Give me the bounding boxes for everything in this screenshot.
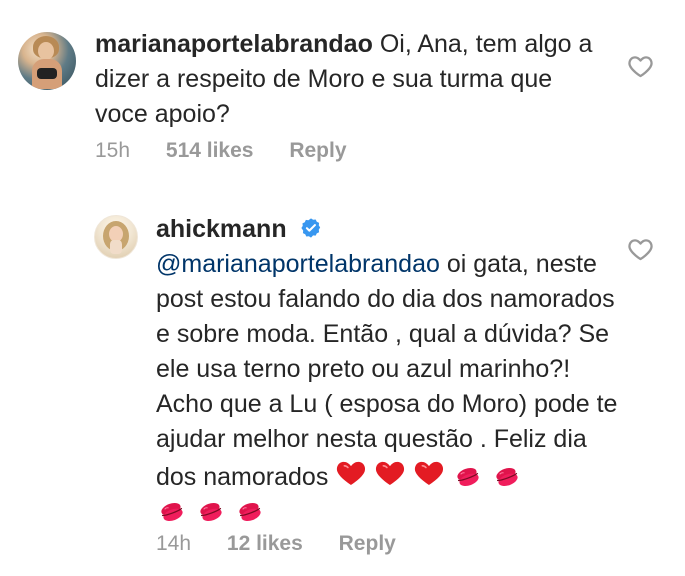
comment-likes[interactable]: 514 likes bbox=[166, 139, 254, 163]
avatar[interactable] bbox=[18, 32, 76, 90]
heart-outline-icon bbox=[628, 56, 653, 78]
comment-likes[interactable]: 12 likes bbox=[227, 532, 303, 556]
like-button[interactable] bbox=[628, 55, 653, 78]
verified-badge-icon bbox=[300, 214, 322, 238]
red-heart-icon bbox=[413, 457, 445, 489]
comment-username[interactable]: ahickmann bbox=[156, 215, 287, 243]
comment-text: oi gata, neste post estou falando do dia… bbox=[156, 250, 618, 491]
heart-outline-icon bbox=[628, 239, 653, 261]
comment-username[interactable]: marianaportelabrandao bbox=[95, 30, 373, 58]
reply-button[interactable]: Reply bbox=[339, 532, 396, 556]
comment-time: 14h bbox=[156, 532, 192, 555]
comment-meta: 15h 514 likes Reply bbox=[95, 139, 347, 163]
kiss-mark-icon bbox=[195, 500, 227, 524]
kiss-mark-icon bbox=[234, 500, 266, 524]
comment-time: 15h bbox=[95, 139, 131, 162]
avatar-neck bbox=[110, 240, 122, 254]
kiss-mark-icon bbox=[156, 500, 188, 524]
avatar-swimsuit bbox=[37, 68, 57, 79]
mention-link[interactable]: @marianaportelabrandao bbox=[156, 250, 440, 278]
red-heart-icon bbox=[335, 457, 367, 489]
like-button[interactable] bbox=[628, 238, 653, 261]
reply-button[interactable]: Reply bbox=[289, 139, 346, 163]
avatar[interactable] bbox=[94, 215, 138, 259]
kiss-mark-icon bbox=[452, 465, 484, 489]
comment-body: ahickmann @marianaportelabrandao oi gata… bbox=[156, 212, 626, 530]
red-heart-icon bbox=[374, 457, 406, 489]
comment-body: marianaportelabrandao Oi, Ana, tem algo … bbox=[95, 27, 595, 132]
comment-meta: 14h 12 likes Reply bbox=[156, 532, 396, 556]
avatar-face bbox=[38, 42, 54, 60]
kiss-mark-icon bbox=[491, 465, 523, 489]
